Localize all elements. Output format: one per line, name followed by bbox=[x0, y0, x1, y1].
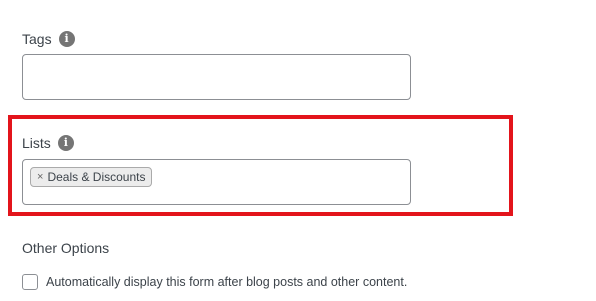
auto-display-label[interactable]: Automatically display this form after bl… bbox=[46, 275, 407, 289]
auto-display-checkbox[interactable] bbox=[22, 274, 38, 290]
auto-display-option: Automatically display this form after bl… bbox=[22, 274, 407, 290]
tags-label: Tags bbox=[22, 31, 52, 47]
list-tag-label: Deals & Discounts bbox=[47, 170, 146, 184]
lists-label-row: Lists i bbox=[22, 134, 74, 152]
info-icon[interactable]: i bbox=[58, 31, 75, 47]
info-icon[interactable]: i bbox=[57, 135, 74, 151]
remove-tag-icon[interactable]: × bbox=[37, 171, 43, 183]
other-options-heading: Other Options bbox=[22, 240, 110, 256]
lists-label: Lists bbox=[22, 135, 51, 151]
list-tag-chip: × Deals & Discounts bbox=[30, 167, 153, 187]
lists-select-input[interactable]: × Deals & Discounts bbox=[22, 159, 411, 205]
tags-input[interactable] bbox=[22, 54, 411, 100]
form-settings-panel: Tags i Lists i × Deals & Discounts Other… bbox=[0, 0, 596, 301]
tags-label-row: Tags i bbox=[22, 30, 75, 48]
